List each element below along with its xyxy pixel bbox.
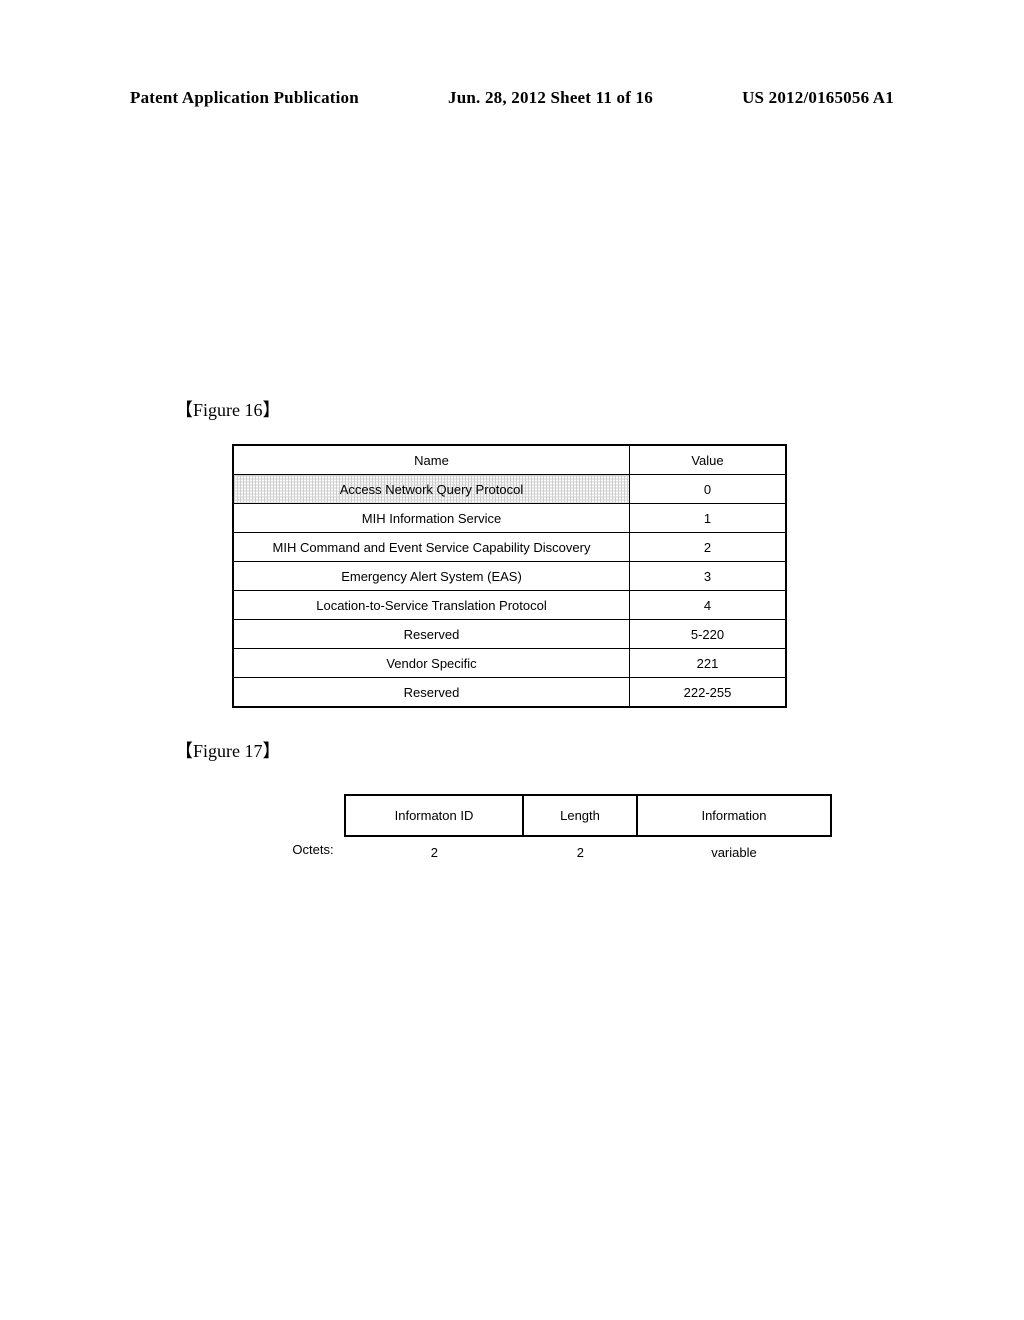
header-center: Jun. 28, 2012 Sheet 11 of 16 bbox=[448, 88, 653, 108]
figure-17-octets-row: 2 2 variable bbox=[344, 837, 832, 861]
table-header-row: Name Value bbox=[233, 445, 786, 475]
cell-name: Access Network Query Protocol bbox=[233, 475, 630, 504]
figure-17-table: Informaton ID Length Information bbox=[344, 794, 832, 837]
cell-value: 3 bbox=[630, 562, 787, 591]
table-row: Reserved 5-220 bbox=[233, 620, 786, 649]
table-row: Access Network Query Protocol 0 bbox=[233, 475, 786, 504]
header-left: Patent Application Publication bbox=[130, 88, 359, 108]
octets-value: variable bbox=[636, 837, 832, 861]
cell-name: MIH Command and Event Service Capability… bbox=[233, 533, 630, 562]
table-row: MIH Command and Event Service Capability… bbox=[233, 533, 786, 562]
figure-17-layout: Informaton ID Length Information Octets:… bbox=[287, 794, 832, 861]
cell-value: 4 bbox=[630, 591, 787, 620]
table-row: Location-to-Service Translation Protocol… bbox=[233, 591, 786, 620]
table-row: Reserved 222-255 bbox=[233, 678, 786, 708]
cell-name: Reserved bbox=[233, 678, 630, 708]
figure-17-label: 【Figure 17】 bbox=[175, 737, 281, 763]
cell-value: 222-255 bbox=[630, 678, 787, 708]
page-header: Patent Application Publication Jun. 28, … bbox=[130, 88, 894, 108]
table-row: MIH Information Service 1 bbox=[233, 504, 786, 533]
cell-value: 2 bbox=[630, 533, 787, 562]
col-header-value: Value bbox=[630, 445, 787, 475]
cell-information-id: Informaton ID bbox=[345, 795, 523, 836]
cell-name: Vendor Specific bbox=[233, 649, 630, 678]
cell-name: Emergency Alert System (EAS) bbox=[233, 562, 630, 591]
octets-value: 2 bbox=[525, 837, 636, 861]
cell-length: Length bbox=[523, 795, 637, 836]
figure-16-label: 【Figure 16】 bbox=[175, 396, 281, 422]
header-right: US 2012/0165056 A1 bbox=[742, 88, 894, 108]
octets-value: 2 bbox=[344, 837, 525, 861]
cell-name: Reserved bbox=[233, 620, 630, 649]
cell-value: 5-220 bbox=[630, 620, 787, 649]
cell-name: Location-to-Service Translation Protocol bbox=[233, 591, 630, 620]
cell-information: Information bbox=[637, 795, 831, 836]
table-row: Vendor Specific 221 bbox=[233, 649, 786, 678]
octets-label: Octets: bbox=[287, 837, 344, 861]
table-row: Informaton ID Length Information bbox=[345, 795, 831, 836]
figure-16-table: Name Value Access Network Query Protocol… bbox=[232, 444, 787, 708]
table-row: Emergency Alert System (EAS) 3 bbox=[233, 562, 786, 591]
cell-value: 0 bbox=[630, 475, 787, 504]
col-header-name: Name bbox=[233, 445, 630, 475]
cell-value: 1 bbox=[630, 504, 787, 533]
cell-name: MIH Information Service bbox=[233, 504, 630, 533]
cell-value: 221 bbox=[630, 649, 787, 678]
figure-17-wrap: Informaton ID Length Information Octets:… bbox=[287, 794, 832, 861]
